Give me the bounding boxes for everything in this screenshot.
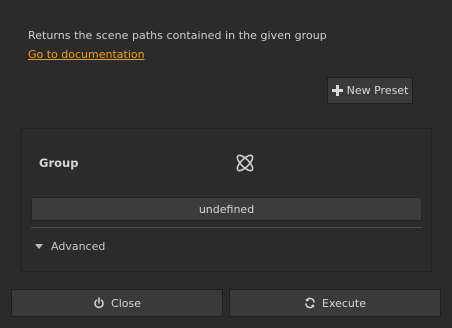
new-preset-button[interactable]: New Preset [327, 77, 413, 104]
divider [31, 227, 422, 228]
plus-icon [331, 85, 343, 96]
close-button[interactable]: Close [11, 289, 223, 317]
new-preset-label: New Preset [346, 84, 409, 97]
parameters-panel: Group undefined Advanced [20, 128, 432, 272]
node-description: Returns the scene paths contained in the… [28, 29, 327, 42]
group-selector-icon[interactable] [233, 151, 257, 175]
close-label: Close [111, 296, 141, 310]
chevron-down-icon [35, 244, 43, 249]
advanced-label: Advanced [51, 240, 106, 253]
power-icon [94, 297, 104, 309]
advanced-toggle[interactable]: Advanced [35, 240, 105, 253]
execute-button[interactable]: Execute [229, 289, 441, 317]
documentation-link[interactable]: Go to documentation [28, 48, 145, 61]
refresh-icon [305, 297, 315, 309]
group-label: Group [39, 156, 79, 170]
group-value-field[interactable]: undefined [31, 197, 422, 221]
execute-label: Execute [322, 296, 366, 310]
